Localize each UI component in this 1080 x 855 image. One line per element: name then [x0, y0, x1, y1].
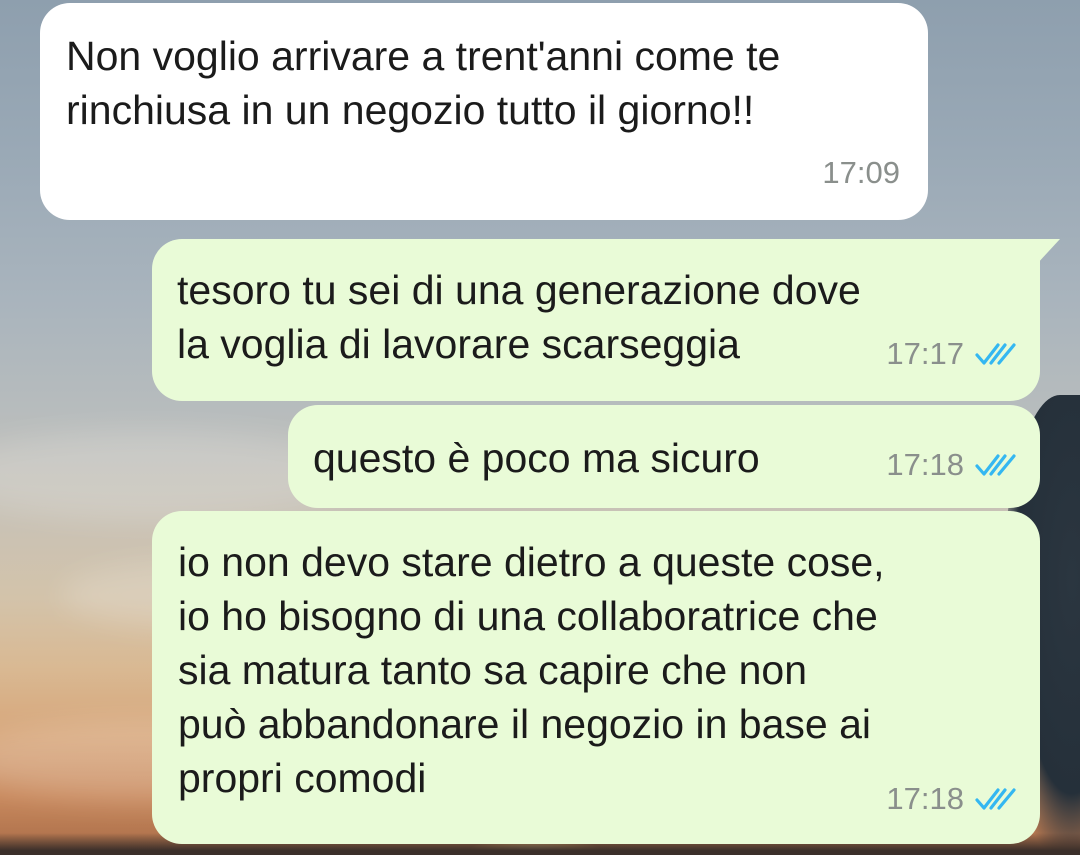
message-time: 17:17 [886, 336, 964, 371]
message-meta: 17:17 [886, 327, 1018, 381]
message-bubble-outgoing[interactable]: questo è poco ma sicuro 17:18 [288, 405, 1040, 508]
message-text: io non devo stare dietro a queste cose, … [178, 539, 885, 801]
bubble-tail [1036, 239, 1060, 265]
double-check-icon [975, 343, 1016, 365]
double-check-icon [975, 788, 1016, 810]
message-bubble-outgoing[interactable]: io non devo stare dietro a queste cose, … [152, 511, 1040, 844]
message-time: 17:18 [886, 781, 964, 816]
double-check-icon [975, 454, 1016, 476]
message-meta: 17:09 [822, 146, 900, 200]
message-time: 17:18 [886, 447, 964, 482]
message-bubble-incoming[interactable]: Non voglio arrivare a trent'anni come te… [40, 3, 928, 220]
message-time: 17:09 [822, 155, 900, 190]
message-bubble-outgoing[interactable]: tesoro tu sei di una generazione dove la… [152, 239, 1040, 401]
message-meta: 17:18 [886, 438, 1018, 492]
message-text: Non voglio arrivare a trent'anni come te… [66, 33, 781, 133]
message-meta: 17:18 [886, 772, 1018, 826]
